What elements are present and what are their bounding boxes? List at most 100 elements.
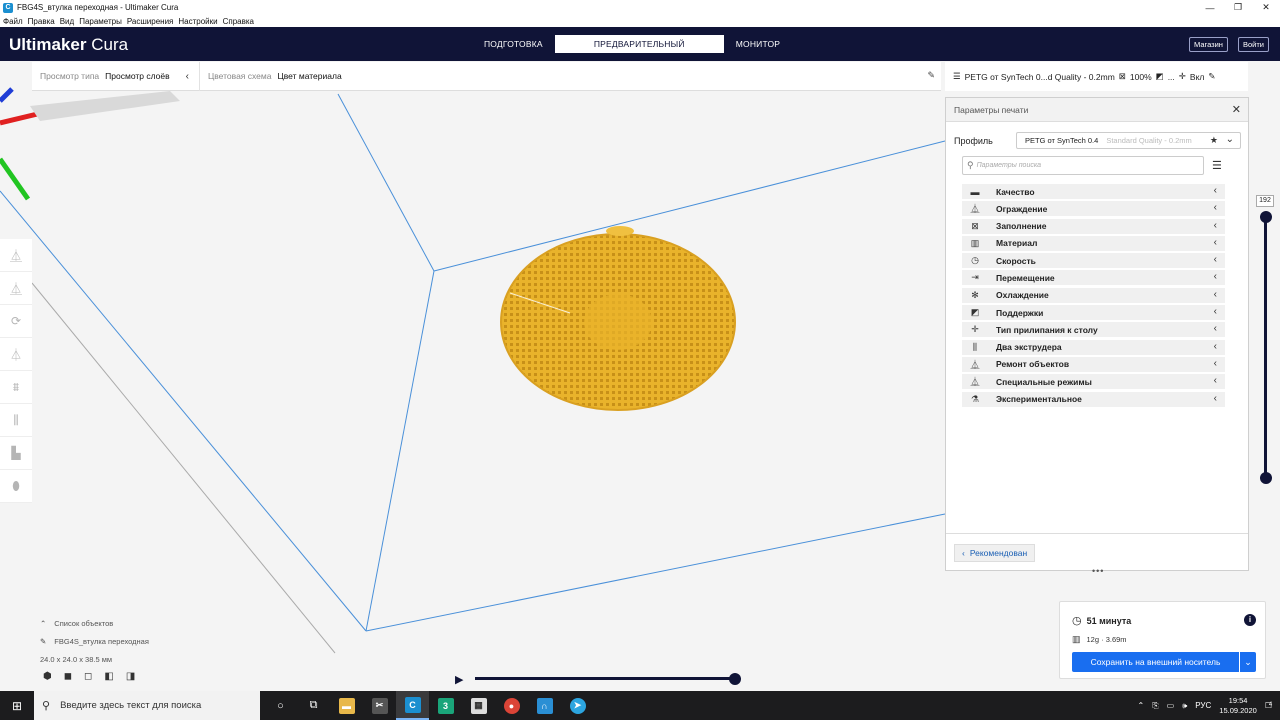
save-to-removable-button[interactable]: Сохранить на внешний носитель — [1072, 652, 1239, 672]
close-icon[interactable]: ✕ — [1232, 103, 1241, 116]
3d-app-icon[interactable]: 3 — [429, 691, 462, 720]
info-icon[interactable]: i — [1244, 614, 1256, 626]
view-type-bar: Просмотр типа Просмотр слоёв ‹ Цветовая … — [32, 61, 941, 91]
search-icon: ⚲ — [967, 160, 974, 170]
chevron-left-icon: ‹ — [1213, 185, 1217, 196]
menu-file[interactable]: Файл — [3, 17, 23, 26]
rotate-tool-icon[interactable]: ⟳ — [0, 305, 32, 338]
color-scheme-dropdown[interactable]: Цвет материала — [277, 71, 341, 81]
star-icon[interactable]: ★ — [1210, 135, 1218, 146]
pencil-icon[interactable]: ✎ — [927, 70, 935, 81]
move-tool-icon[interactable]: ⏅ — [0, 239, 32, 272]
menu-preferences[interactable]: Настройки — [178, 17, 217, 26]
category-material[interactable]: ▥ Материал ‹ — [962, 235, 1225, 251]
pencil-icon[interactable]: ✎ — [1208, 71, 1215, 82]
left-view-icon[interactable]: ◧ — [104, 671, 113, 682]
front-view-icon[interactable]: ◼ — [64, 671, 72, 682]
network-icon[interactable]: ⎘ — [1152, 701, 1158, 711]
support-blocker-icon[interactable]: ⫼ — [0, 404, 32, 437]
category-experimental[interactable]: ⚗ Экспериментальное ‹ — [962, 391, 1225, 407]
view-type-dropdown[interactable]: Просмотр слоёв — [105, 71, 169, 81]
chrome-icon[interactable]: ● — [495, 691, 528, 720]
recommended-button[interactable]: ‹ Рекомендован — [954, 544, 1036, 562]
volume-icon[interactable]: 🕪 — [1182, 701, 1187, 711]
telegram-icon[interactable]: ➤ — [561, 691, 594, 720]
category-dual-extrusion[interactable]: ⫼ Два экструдера ‹ — [962, 339, 1225, 355]
language-indicator[interactable]: РУС — [1195, 701, 1211, 710]
category-walls[interactable]: ⏅ Ограждение ‹ — [962, 201, 1225, 217]
view-type-label: Просмотр типа — [40, 71, 100, 81]
per-model-settings-icon[interactable]: ⩩ — [0, 371, 32, 404]
category-quality[interactable]: ▬ Качество ‹ — [962, 184, 1225, 199]
profile-summary: PETG от SynTech 0...d Quality - 0.2mm — [964, 71, 1115, 82]
category-travel[interactable]: ⇥ Перемещение ‹ — [962, 270, 1225, 286]
play-icon[interactable]: ▶ — [455, 673, 463, 686]
mesh-fixes-icon: ⏅ — [970, 359, 980, 370]
taskbar-search-input[interactable]: ⚲ Введите здесь текст для поиска — [34, 691, 260, 720]
settings-categories: ▬ Качество ‹ ⏅ Ограждение ‹ ⊠ Заполнение ‹ ▥ Ма… — [962, 184, 1225, 409]
chevron-left-icon: ‹ — [1213, 254, 1217, 266]
marketplace-button[interactable]: Магазин — [1189, 37, 1228, 52]
category-infill[interactable]: ⊠ Заполнение ‹ — [962, 218, 1225, 234]
maximize-button[interactable]: ❐ — [1224, 0, 1252, 15]
object-name-row[interactable]: ✎ FBG4S_втулка переходная — [40, 632, 149, 650]
tool-app-icon[interactable]: ✂ — [363, 691, 396, 720]
chevron-up-icon[interactable]: ⌃ — [1138, 701, 1145, 710]
clock[interactable]: 19:54 15.09.2020 — [1219, 696, 1257, 716]
quality-icon: ▬ — [970, 186, 980, 197]
notification-icon[interactable]: ☐ 4 — [1265, 701, 1272, 710]
layer-slider-top-handle[interactable] — [1260, 211, 1272, 223]
battery-icon[interactable]: ▭ — [1167, 701, 1175, 710]
path-slider-handle[interactable] — [729, 673, 741, 685]
category-speed[interactable]: ◷ Скорость ‹ — [962, 253, 1225, 269]
chevron-left-icon[interactable]: ‹ — [186, 71, 189, 82]
top-view-icon[interactable]: ◻ — [84, 671, 92, 682]
settings-search-input[interactable]: ⚲ Параметры поиска — [962, 156, 1204, 175]
path-slider-track[interactable] — [475, 677, 737, 680]
layer-number-input[interactable]: 192 — [1256, 195, 1274, 207]
layer-slider-bottom-handle[interactable] — [1260, 472, 1272, 484]
menu-icon[interactable]: ☰ — [1212, 159, 1222, 172]
menu-edit[interactable]: Правка — [28, 17, 55, 26]
object-list-toggle[interactable]: ⌃ Список объектов — [40, 614, 149, 632]
close-button[interactable]: ✕ — [1252, 0, 1280, 15]
menu-extensions[interactable]: Расширения — [127, 17, 174, 26]
signin-button[interactable]: Войти — [1238, 37, 1269, 52]
category-adhesion[interactable]: ✛ Тип прилипания к столу ‹ — [962, 322, 1225, 338]
category-special-modes[interactable]: ⏅ Специальные режимы ‹ — [962, 374, 1225, 390]
print-settings-panel: Параметры печати ✕ Профиль PETG от SynTe… — [945, 97, 1249, 576]
minimize-button[interactable]: — — [1196, 0, 1224, 15]
chevron-left-icon: ‹ — [1213, 271, 1217, 283]
print-setup-bar[interactable]: ☰ PETG от SynTech 0...d Quality - 0.2mm … — [945, 62, 1248, 91]
layer-slider-track[interactable] — [1264, 215, 1267, 478]
scale-tool-icon[interactable]: ⏅ — [0, 272, 32, 305]
3d-view-icon[interactable]: ⬢ — [43, 671, 52, 682]
category-support[interactable]: ◩ Поддержки ‹ — [962, 305, 1225, 321]
cylinder-icon[interactable]: ⬮ — [0, 470, 32, 503]
windows-start-icon[interactable]: ⊞ — [0, 691, 34, 720]
calendar-app-icon[interactable]: ▦ — [462, 691, 495, 720]
resize-handle[interactable]: ••• — [1092, 566, 1104, 576]
category-mesh-fixes[interactable]: ⏅ Ремонт объектов ‹ — [962, 356, 1225, 372]
cura-taskbar-icon[interactable]: C — [396, 691, 429, 720]
category-cooling[interactable]: ✻ Охлаждение ‹ — [962, 287, 1225, 303]
tab-preview[interactable]: ПРЕДВАРИТЕЛЬНЫЙ ПРОСМОТР — [554, 35, 724, 67]
chevron-left-icon: ‹ — [1213, 202, 1217, 214]
menu-view[interactable]: Вид — [60, 17, 74, 26]
adhesion-icon: ✛ — [971, 324, 979, 335]
right-view-icon[interactable]: ◨ — [126, 671, 135, 682]
tab-prepare[interactable]: ПОДГОТОВКА — [472, 35, 555, 53]
menu-help[interactable]: Справка — [223, 17, 254, 26]
special-modes-icon: ⏅ — [970, 377, 980, 388]
task-view-icon[interactable]: ⧉ — [297, 691, 330, 720]
cortana-icon[interactable]: ○ — [264, 691, 297, 720]
file-explorer-icon[interactable]: ▬ — [330, 691, 363, 720]
profile-dropdown[interactable]: PETG от SynTech 0.4 Standard Quality - 0… — [1016, 132, 1241, 149]
tab-monitor[interactable]: МОНИТОР — [724, 35, 792, 53]
chevron-down-icon[interactable]: ⌄ — [1240, 652, 1256, 672]
slicer-app-icon[interactable]: ∩ — [528, 691, 561, 720]
panel-title: Параметры печати — [954, 104, 1029, 115]
menu-settings[interactable]: Параметры — [79, 17, 122, 26]
mirror-tool-icon[interactable]: ⏃ — [0, 338, 32, 371]
lay-flat-icon[interactable]: ▙ — [0, 437, 32, 470]
